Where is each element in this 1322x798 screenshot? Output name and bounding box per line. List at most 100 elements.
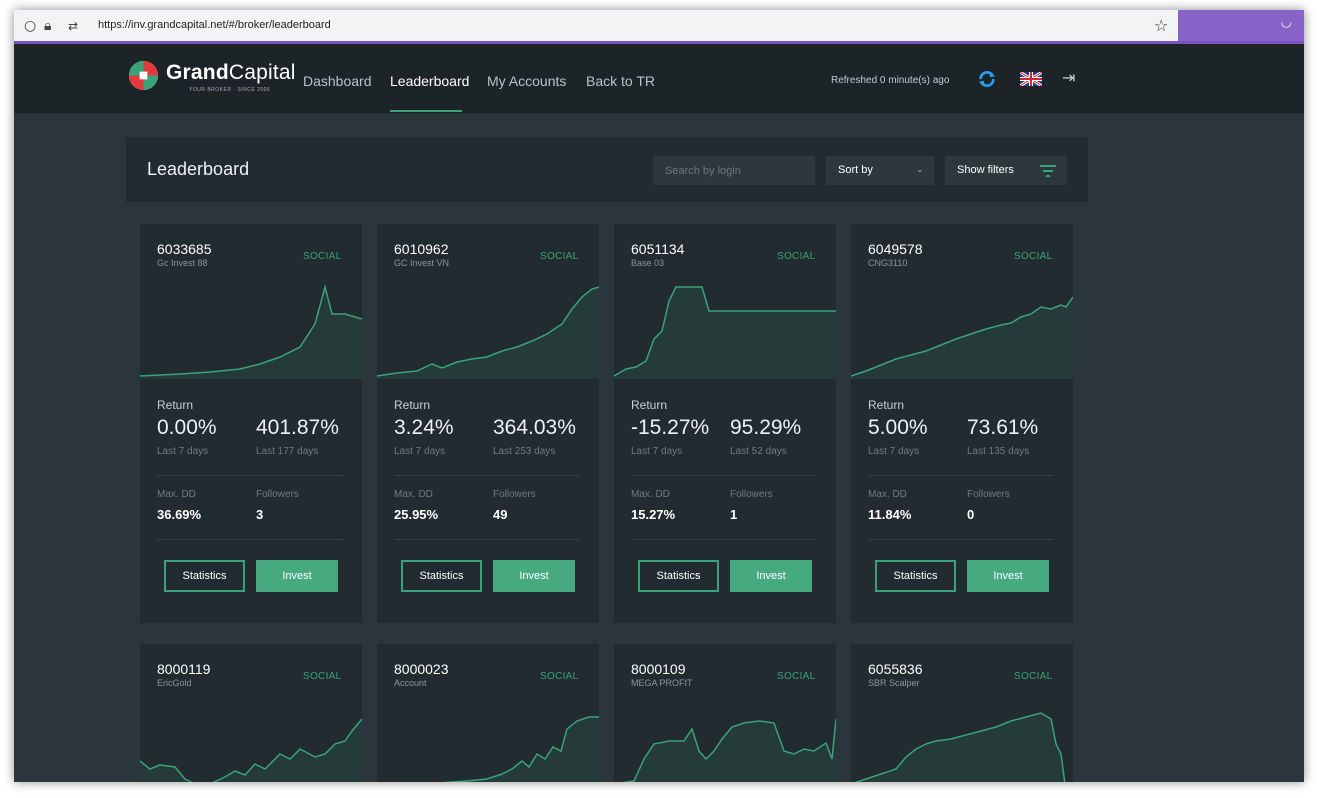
followers-label: Followers [730,489,773,500]
brand-name: GrandCapital [166,61,296,84]
equity-sparkline [851,296,1073,379]
divider [868,539,1054,540]
return-7d: 0.00% [157,416,217,439]
social-badge: SOCIAL [540,251,579,262]
social-badge: SOCIAL [1014,671,1053,682]
logout-icon[interactable]: ⇥ [1062,68,1075,87]
active-tab-indicator [390,110,462,112]
invest-button[interactable]: Invest [967,560,1049,592]
social-badge: SOCIAL [303,251,342,262]
divider [394,539,580,540]
followers-label: Followers [256,489,299,500]
chevron-down-icon: ⌄ [916,164,924,174]
max-dd-value: 25.95% [394,507,439,522]
followers-value: 0 [967,507,975,522]
statistics-button[interactable]: Statistics [638,560,719,592]
sort-label: Sort by [838,164,873,176]
invest-button[interactable]: Invest [256,560,338,592]
return-total: 401.87% [256,416,339,439]
permissions-icon[interactable]: ⇄ [68,19,78,33]
return-7d-period: Last 7 days [394,446,446,457]
nav-leaderboard[interactable]: Leaderboard [390,73,469,89]
nav-back-to-tr[interactable]: Back to TR [586,73,655,89]
lock-icon[interactable]: 🔒︎ [44,18,51,34]
divider [631,475,817,476]
equity-sparkline [854,712,1066,782]
divider [631,539,817,540]
account-name: MEGA PROFIT [631,678,693,688]
uk-flag-icon[interactable] [1020,72,1042,86]
max-dd-label: Max. DD [868,489,907,500]
return-label: Return [157,398,194,412]
bookmark-star-icon[interactable]: ☆ [1154,16,1168,35]
account-name: Gc Invest 88 [157,258,208,268]
return-7d: 3.24% [394,416,454,439]
equity-sparkline [140,284,362,379]
account-id: 6049578 [868,241,923,257]
brand-logo[interactable]: GrandCapital YOUR BROKER · SINCE 2006 [128,58,295,98]
account-name: EricGold [157,678,192,688]
show-filters-button[interactable]: Show filters [945,156,1067,185]
account-id: 6051134 [631,241,685,257]
account-name: SBR Scalper [868,678,920,688]
return-7d-period: Last 7 days [157,446,209,457]
account-name: CNG3110 [868,258,908,268]
return-total-period: Last 135 days [967,446,1030,457]
divider [157,539,343,540]
leaderboard-header: Leaderboard Sort by ⌄ Show filters [126,137,1088,202]
trader-card: 8000023 Account SOCIAL [377,644,599,782]
return-7d: -15.27% [631,416,710,439]
trader-card: 8000119 EricGold SOCIAL [140,644,362,782]
trader-card: 6010962 GC Invest VN SOCIAL Return 3.24%… [377,224,599,623]
account-id: 6010962 [394,241,449,257]
extension-area: ◡ [1178,10,1304,41]
account-id: 6055836 [868,661,923,677]
equity-sparkline [377,286,599,379]
search-input[interactable] [653,156,815,185]
divider [868,475,1054,476]
filter-icon [1040,165,1056,177]
followers-value: 49 [493,507,508,522]
filters-label: Show filters [957,164,1014,176]
statistics-button[interactable]: Statistics [164,560,245,592]
browser-url-bar: ○ 🔒︎ ⇄ https://inv.grandcapital.net/#/br… [14,10,1304,44]
shield-icon[interactable]: ○ [24,18,36,34]
pocket-icon[interactable]: ◡ [1281,15,1292,30]
return-total: 364.03% [493,416,576,439]
return-7d: 5.00% [868,416,928,439]
followers-label: Followers [493,489,536,500]
return-total: 73.61% [967,416,1039,439]
divider [394,475,580,476]
social-badge: SOCIAL [777,671,816,682]
statistics-button[interactable]: Statistics [401,560,482,592]
social-badge: SOCIAL [777,251,816,262]
max-dd-label: Max. DD [631,489,670,500]
divider [157,475,343,476]
max-dd-label: Max. DD [394,489,433,500]
equity-sparkline [622,718,836,782]
nav-my-accounts[interactable]: My Accounts [487,73,566,89]
return-label: Return [868,398,905,412]
trader-card: 6033685 Gc Invest 88 SOCIAL Return 0.00%… [140,224,362,623]
invest-button[interactable]: Invest [730,560,812,592]
return-label: Return [394,398,431,412]
max-dd-value: 15.27% [631,507,676,522]
statistics-button[interactable]: Statistics [875,560,956,592]
return-total: 95.29% [730,416,802,439]
return-7d-period: Last 7 days [868,446,920,457]
account-name: GC Invest VN [394,258,450,268]
account-id: 8000109 [631,661,686,677]
max-dd-value: 36.69% [157,507,202,522]
account-id: 8000023 [394,661,449,677]
trader-card: 8000109 MEGA PROFIT SOCIAL [614,644,836,782]
return-total-period: Last 177 days [256,446,319,457]
top-navigation: GrandCapital YOUR BROKER · SINCE 2006 Da… [14,44,1304,113]
invest-button[interactable]: Invest [493,560,575,592]
url-text[interactable]: https://inv.grandcapital.net/#/broker/le… [98,19,331,31]
social-badge: SOCIAL [303,671,342,682]
max-dd-label: Max. DD [157,489,196,500]
refresh-icon[interactable] [978,70,996,88]
sort-dropdown[interactable]: Sort by ⌄ [826,156,934,185]
nav-dashboard[interactable]: Dashboard [303,73,372,89]
followers-value: 3 [256,507,264,522]
